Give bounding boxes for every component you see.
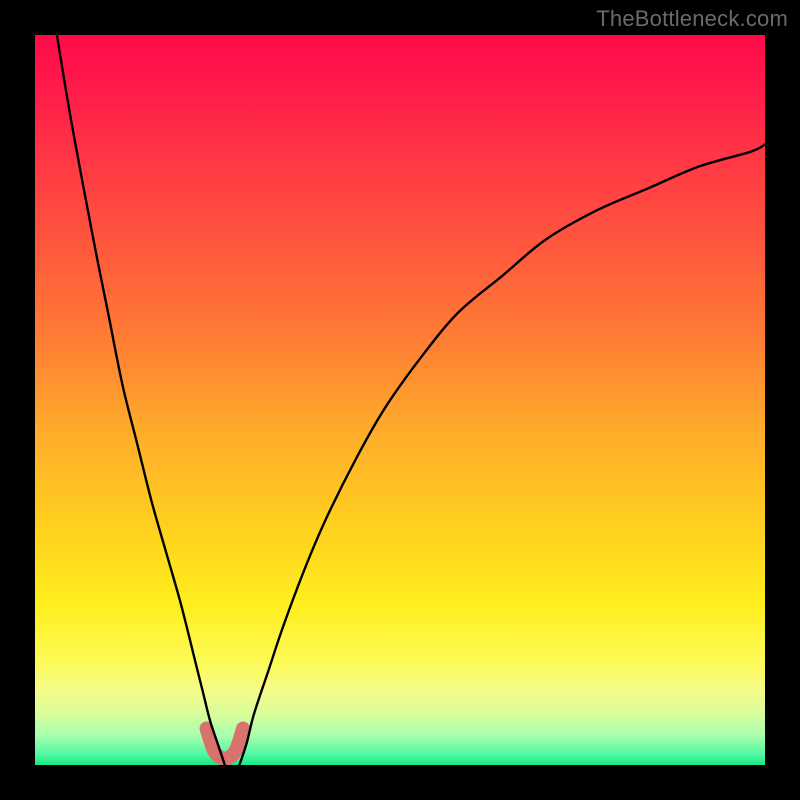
watermark-text: TheBottleneck.com: [596, 6, 788, 32]
chart-frame: TheBottleneck.com: [0, 0, 800, 800]
gradient-background: [35, 35, 765, 765]
plot-area: [35, 35, 765, 765]
